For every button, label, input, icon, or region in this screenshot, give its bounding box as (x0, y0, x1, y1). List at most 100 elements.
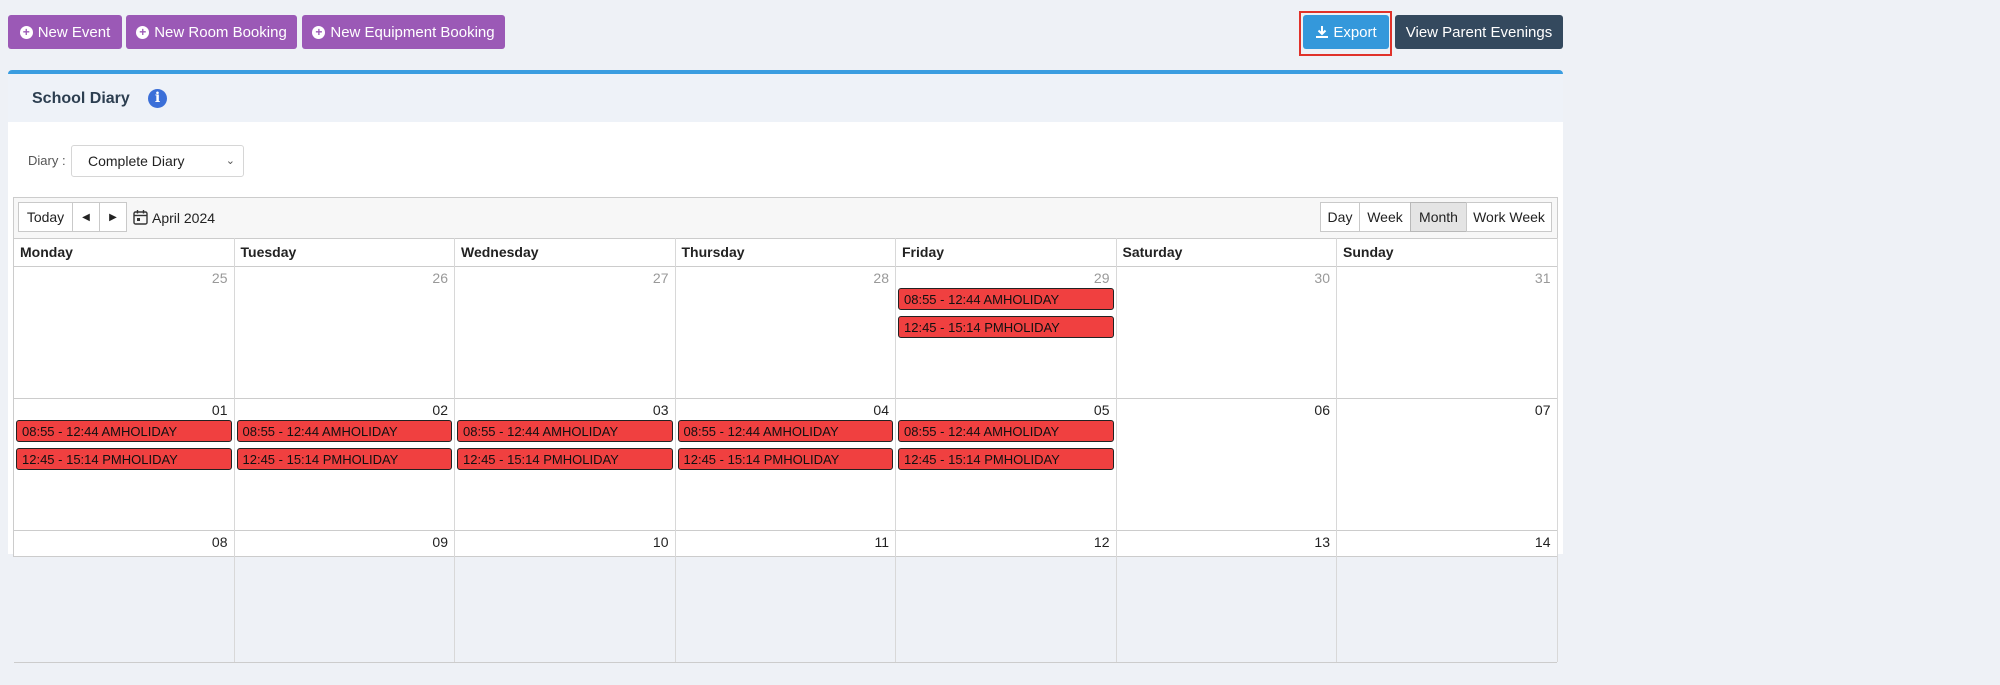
day-number[interactable]: 30 (1314, 270, 1330, 286)
day-cell[interactable]: 29 08:55 - 12:44 AMHOLIDAY 12:45 - 15:14 P… (896, 266, 1117, 398)
day-cell[interactable]: 14 (1337, 530, 1558, 662)
day-cell[interactable]: 07 (1337, 398, 1558, 530)
day-number[interactable]: 26 (432, 270, 448, 286)
week-row: 25 26 27 28 29 08:55 - 12:44 AMHOLIDAY 12:45 -… (14, 266, 1558, 399)
day-of-week-monday: Monday (14, 238, 235, 266)
school-diary-panel: School Diary i Diary : Complete Diary ⌄ … (8, 70, 1563, 663)
day-number[interactable]: 06 (1314, 402, 1330, 418)
day-number[interactable]: 09 (432, 534, 448, 550)
download-icon (1316, 26, 1329, 38)
day-number[interactable]: 12 (1094, 534, 1110, 550)
day-cell[interactable]: 28 (676, 266, 896, 398)
day-cell[interactable]: 01 08:55 - 12:44 AMHOLIDAY 12:45 - 15:14 P… (14, 398, 235, 530)
day-cell[interactable]: 31 (1337, 266, 1558, 398)
plus-circle-icon: + (136, 25, 150, 39)
calendar-event[interactable]: 12:45 - 15:14 PMHOLIDAY (677, 448, 893, 470)
day-number[interactable]: 27 (653, 270, 669, 286)
day-cell[interactable]: 10 (455, 530, 676, 662)
day-cell[interactable]: 11 (676, 530, 896, 662)
day-number[interactable]: 03 (653, 402, 669, 418)
calendar-event[interactable]: 08:55 - 12:44 AMHOLIDAY (898, 288, 1114, 310)
view-work-week-button[interactable]: Work Week (1466, 202, 1552, 232)
chevron-down-icon: ⌄ (225, 155, 235, 167)
calendar-event[interactable]: 08:55 - 12:44 AMHOLIDAY (236, 420, 452, 442)
day-cell[interactable]: 06 (1117, 398, 1337, 530)
diary-selected-value: Complete Diary (88, 153, 185, 169)
day-number[interactable]: 29 (1094, 270, 1110, 286)
calendar-event[interactable]: 12:45 - 15:14 PMHOLIDAY (898, 448, 1114, 470)
day-cell[interactable]: 30 (1117, 266, 1337, 398)
calendar-event[interactable]: 08:55 - 12:44 AMHOLIDAY (16, 420, 232, 442)
export-label: Export (1333, 23, 1377, 41)
day-cell[interactable]: 09 (235, 530, 455, 662)
day-cell[interactable]: 26 (235, 266, 455, 398)
new-event-button[interactable]: + New Event (8, 15, 122, 49)
day-cell[interactable]: 05 08:55 - 12:44 AMHOLIDAY 12:45 - 15:14 P… (896, 398, 1117, 530)
day-number[interactable]: 28 (873, 270, 889, 286)
day-number[interactable]: 14 (1535, 534, 1551, 550)
new-room-booking-button[interactable]: + New Room Booking (126, 15, 297, 49)
day-number[interactable]: 13 (1314, 534, 1330, 550)
calendar-event[interactable]: 12:45 - 15:14 PMHOLIDAY (457, 448, 673, 470)
new-equipment-booking-label: New Equipment Booking (330, 23, 495, 41)
day-number[interactable]: 11 (874, 534, 889, 550)
day-number[interactable]: 10 (653, 534, 669, 550)
caret-right-icon: ▶ (109, 211, 117, 223)
day-of-week-wednesday: Wednesday (455, 238, 676, 266)
day-of-week-friday: Friday (896, 238, 1117, 266)
day-number[interactable]: 01 (212, 402, 228, 418)
export-button[interactable]: Export (1303, 15, 1389, 49)
view-month-label: Month (1419, 209, 1458, 225)
calendar-event[interactable]: 08:55 - 12:44 AMHOLIDAY (898, 420, 1114, 442)
day-of-week-thursday: Thursday (676, 238, 896, 266)
diary-select[interactable]: Complete Diary ⌄ (71, 145, 244, 177)
plus-circle-icon: + (312, 25, 326, 39)
day-of-week-tuesday: Tuesday (235, 238, 455, 266)
calendar: Today ◀ ▶ April 2024 Day Week Month Work… (13, 197, 1558, 663)
day-number[interactable]: 31 (1535, 270, 1551, 286)
day-number[interactable]: 25 (212, 270, 228, 286)
day-cell[interactable]: 27 (455, 266, 676, 398)
day-of-week-sunday: Sunday (1337, 238, 1558, 266)
week-row: 01 08:55 - 12:44 AMHOLIDAY 12:45 - 15:14 P… (14, 398, 1558, 531)
view-day-button[interactable]: Day (1320, 202, 1360, 232)
calendar-event[interactable]: 12:45 - 15:14 PMHOLIDAY (236, 448, 452, 470)
week-row: 08 09 10 11 12 13 14 (14, 530, 1558, 663)
day-cell[interactable]: 08 (14, 530, 235, 662)
day-number[interactable]: 08 (212, 534, 228, 550)
info-icon[interactable]: i (148, 89, 167, 108)
day-number[interactable]: 02 (432, 402, 448, 418)
calendar-event[interactable]: 08:55 - 12:44 AMHOLIDAY (457, 420, 673, 442)
day-cell[interactable]: 13 (1117, 530, 1337, 662)
view-work-week-label: Work Week (1473, 209, 1545, 225)
day-cell[interactable]: 03 08:55 - 12:44 AMHOLIDAY 12:45 - 15:14 P… (455, 398, 676, 530)
month-label: April 2024 (152, 210, 216, 226)
prev-button[interactable]: ◀ (72, 202, 100, 232)
day-number[interactable]: 04 (873, 402, 889, 418)
view-week-button[interactable]: Week (1359, 202, 1411, 232)
calendar-event[interactable]: 12:45 - 15:14 PMHOLIDAY (898, 316, 1114, 338)
day-number[interactable]: 07 (1535, 402, 1551, 418)
day-cell[interactable]: 02 08:55 - 12:44 AMHOLIDAY 12:45 - 15:14 P… (235, 398, 455, 530)
view-parent-evenings-label: View Parent Evenings (1405, 23, 1553, 41)
diary-label: Diary : (28, 153, 66, 168)
view-month-button[interactable]: Month (1410, 202, 1467, 232)
today-label: Today (26, 209, 65, 225)
day-cell[interactable]: 12 (896, 530, 1117, 662)
day-number[interactable]: 05 (1094, 402, 1110, 418)
caret-left-icon: ◀ (82, 211, 90, 223)
calendar-event[interactable]: 08:55 - 12:44 AMHOLIDAY (677, 420, 893, 442)
panel-title: School Diary (32, 90, 130, 107)
new-equipment-booking-button[interactable]: + New Equipment Booking (302, 15, 505, 49)
today-button[interactable]: Today (18, 202, 73, 232)
view-parent-evenings-button[interactable]: View Parent Evenings (1395, 15, 1563, 49)
day-cell[interactable]: 04 08:55 - 12:44 AMHOLIDAY 12:45 - 15:14 P… (676, 398, 896, 530)
day-cell[interactable]: 25 (14, 266, 235, 398)
view-week-label: Week (1367, 209, 1403, 225)
calendar-event[interactable]: 12:45 - 15:14 PMHOLIDAY (16, 448, 232, 470)
day-of-week-header: Monday Tuesday Wednesday Thursday Friday Satu… (14, 238, 1558, 267)
calendar-icon[interactable] (133, 209, 148, 225)
next-button[interactable]: ▶ (99, 202, 127, 232)
plus-circle-icon: + (19, 25, 33, 39)
new-room-booking-label: New Room Booking (154, 23, 287, 41)
